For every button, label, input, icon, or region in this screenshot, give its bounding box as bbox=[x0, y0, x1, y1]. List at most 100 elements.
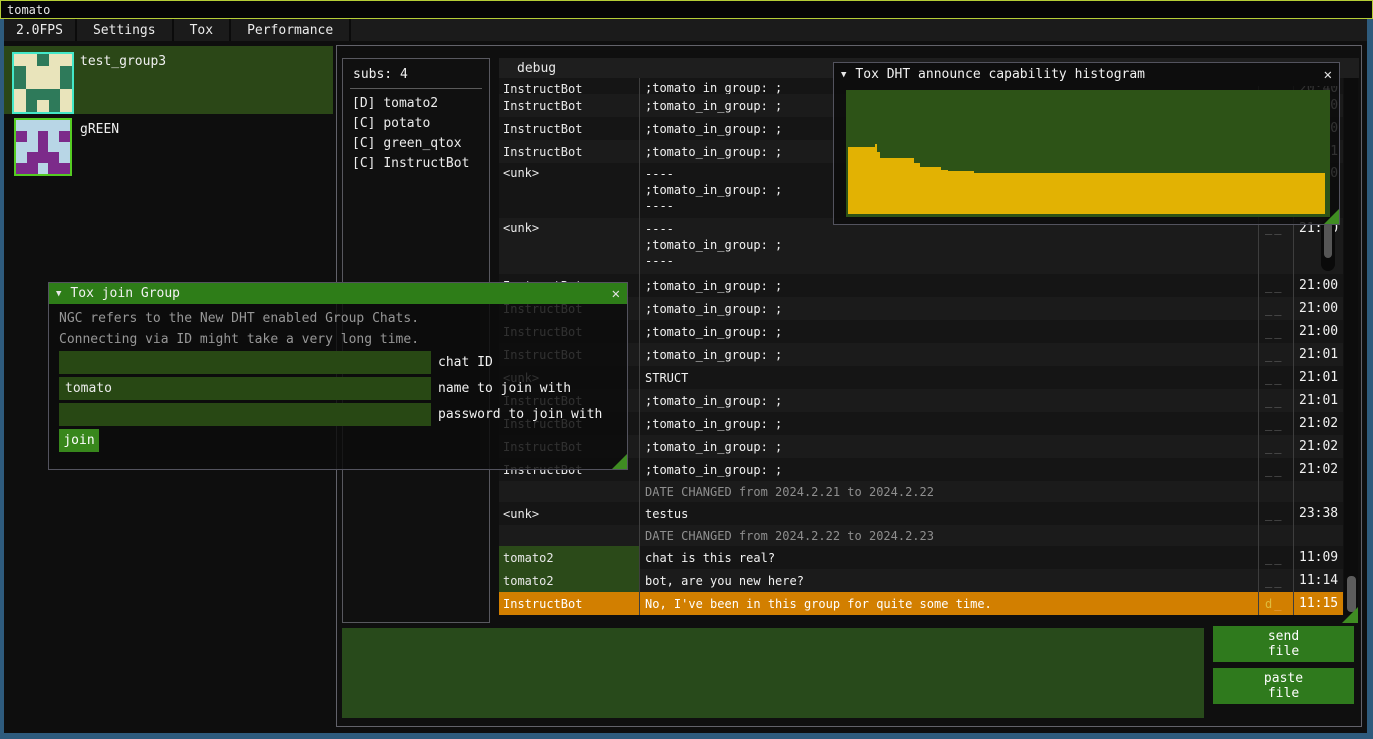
message-flags: __ bbox=[1259, 458, 1294, 481]
message-flags: __ bbox=[1259, 297, 1294, 320]
chat-message-row[interactable]: InstructBotNo, I've been in this group f… bbox=[499, 592, 1343, 615]
flag-glyph: _ bbox=[1265, 348, 1274, 362]
message-timestamp: 21:02 bbox=[1294, 412, 1342, 435]
message-flags: __ bbox=[1259, 320, 1294, 343]
avatar-pixel bbox=[14, 66, 26, 78]
avatar-pixel bbox=[27, 131, 38, 142]
sidebar-group-green[interactable]: gREEN bbox=[4, 114, 333, 170]
avatar-pixel bbox=[60, 89, 72, 101]
flag-glyph: _ bbox=[1274, 302, 1283, 316]
message-timestamp: 23:38 bbox=[1294, 502, 1342, 525]
join-name-label: name to join with bbox=[438, 381, 571, 396]
timestamp-text: 21:02 bbox=[1299, 462, 1338, 477]
hist-window-titlebar[interactable]: ▼ Tox DHT announce capability histogram … bbox=[834, 63, 1339, 86]
sidebar-group-test_group3[interactable]: test_group3 bbox=[4, 46, 333, 114]
chat-message-row[interactable]: <unk>---- ;tomato_in_group: ; ----__21:0… bbox=[499, 218, 1343, 274]
message-flags: __ bbox=[1259, 569, 1294, 592]
member-item[interactable]: [C] potato bbox=[352, 116, 430, 131]
member-name: green_qtox bbox=[383, 136, 461, 151]
window-frame-bottom bbox=[0, 733, 1373, 739]
histogram-bar-segment bbox=[880, 158, 913, 214]
member-item[interactable]: [D] tomato2 bbox=[352, 96, 438, 111]
collapse-icon[interactable]: ▼ bbox=[841, 70, 846, 80]
member-item[interactable]: [C] InstructBot bbox=[352, 156, 469, 171]
avatar-pixel bbox=[27, 142, 38, 153]
chat-resize-grip[interactable] bbox=[1342, 607, 1358, 623]
member-name: tomato2 bbox=[383, 96, 438, 111]
message-content: ;tomato_in_group: ; bbox=[645, 416, 782, 432]
chat-message-row[interactable]: <unk>testus__23:38 bbox=[499, 502, 1343, 525]
avatar-pixel bbox=[48, 142, 59, 153]
message-timestamp bbox=[1294, 481, 1342, 502]
message-text: ;tomato_in_group: ; bbox=[640, 297, 1259, 320]
fps-counter: 2.0FPS bbox=[4, 19, 77, 41]
join-button[interactable]: join bbox=[59, 429, 99, 452]
flag-glyph: _ bbox=[1265, 463, 1274, 477]
close-icon[interactable]: ✕ bbox=[612, 286, 620, 302]
join-note-line: NGC refers to the New DHT enabled Group … bbox=[59, 311, 419, 326]
message-content: DATE CHANGED from 2024.2.22 to 2024.2.23 bbox=[645, 528, 934, 544]
message-content: ;tomato_in_group: ; bbox=[645, 439, 782, 455]
message-timestamp: 21:01 bbox=[1294, 343, 1342, 366]
message-text: DATE CHANGED from 2024.2.21 to 2024.2.22 bbox=[640, 481, 1259, 502]
group-avatar bbox=[14, 118, 72, 176]
avatar-pixel bbox=[27, 120, 38, 131]
menu-item-tox[interactable]: Tox bbox=[174, 19, 231, 41]
join-password-label: password to join with bbox=[438, 407, 602, 422]
avatar-pixel bbox=[38, 120, 49, 131]
menu-item-settings[interactable]: Settings bbox=[77, 19, 174, 41]
message-author bbox=[499, 481, 640, 502]
join-window-titlebar[interactable]: ▼ Tox join Group ✕ bbox=[49, 283, 627, 304]
chat-id-label: chat ID bbox=[438, 355, 493, 370]
message-flags: __ bbox=[1259, 218, 1294, 274]
flag-glyph: _ bbox=[1265, 325, 1274, 339]
chat-id-input[interactable] bbox=[59, 351, 431, 374]
avatar-pixel bbox=[14, 100, 26, 112]
author-text: <unk> bbox=[503, 166, 539, 180]
send-file-button[interactable]: send file bbox=[1213, 626, 1354, 662]
avatar-pixel bbox=[38, 163, 49, 174]
flag-glyph: _ bbox=[1274, 371, 1283, 385]
close-icon[interactable]: ✕ bbox=[1324, 67, 1332, 83]
message-content: ;tomato_in_group: ; bbox=[645, 98, 782, 114]
collapse-icon[interactable]: ▼ bbox=[56, 289, 61, 299]
chat-message-row[interactable]: tomato2chat is this real?__11:09 bbox=[499, 546, 1343, 569]
histogram-bar-segment bbox=[941, 170, 948, 214]
chat-message-row[interactable]: DATE CHANGED from 2024.2.22 to 2024.2.23 bbox=[499, 525, 1343, 546]
message-text: ;tomato_in_group: ; bbox=[640, 274, 1259, 297]
avatar-pixel bbox=[26, 100, 38, 112]
join-name-input[interactable] bbox=[59, 377, 431, 400]
message-content: ;tomato_in_group: ; bbox=[645, 144, 782, 160]
paste-file-button[interactable]: paste file bbox=[1213, 668, 1354, 704]
author-text: <unk> bbox=[503, 507, 539, 521]
hist-window-resize-grip[interactable] bbox=[1324, 209, 1339, 224]
window-frame-right bbox=[1367, 19, 1373, 733]
timestamp-text: 21:00 bbox=[1299, 278, 1338, 293]
chat-scrollbar[interactable] bbox=[1344, 78, 1358, 615]
message-content: DATE CHANGED from 2024.2.21 to 2024.2.22 bbox=[645, 484, 934, 500]
message-text: ;tomato_in_group: ; bbox=[640, 343, 1259, 366]
author-text: tomato2 bbox=[503, 551, 554, 565]
message-flags: d_ bbox=[1259, 592, 1294, 615]
message-author: InstructBot bbox=[499, 94, 640, 117]
flag-glyph: _ bbox=[1274, 279, 1283, 293]
chat-message-row[interactable]: DATE CHANGED from 2024.2.21 to 2024.2.22 bbox=[499, 481, 1343, 502]
chat-message-row[interactable]: tomato2bot, are you new here?__11:14 bbox=[499, 569, 1343, 592]
author-text: <unk> bbox=[503, 221, 539, 235]
wm-titlebar[interactable]: tomato bbox=[0, 0, 1373, 19]
join-window-resize-grip[interactable] bbox=[612, 454, 627, 469]
timestamp-text: 21:00 bbox=[1299, 324, 1338, 339]
menu-item-performance[interactable]: Performance bbox=[231, 19, 351, 41]
message-input[interactable] bbox=[342, 628, 1204, 718]
message-flags bbox=[1259, 481, 1294, 502]
join-password-input[interactable] bbox=[59, 403, 431, 426]
member-item[interactable]: [C] green_qtox bbox=[352, 136, 462, 151]
message-flags: __ bbox=[1259, 366, 1294, 389]
flag-glyph: _ bbox=[1265, 394, 1274, 408]
avatar-pixel bbox=[37, 100, 49, 112]
join-group-window: ▼ Tox join Group ✕ NGC refers to the New… bbox=[48, 282, 628, 470]
avatar-pixel bbox=[48, 152, 59, 163]
avatar-pixel bbox=[38, 131, 49, 142]
message-timestamp: 21:00 bbox=[1294, 320, 1342, 343]
message-flags: __ bbox=[1259, 502, 1294, 525]
